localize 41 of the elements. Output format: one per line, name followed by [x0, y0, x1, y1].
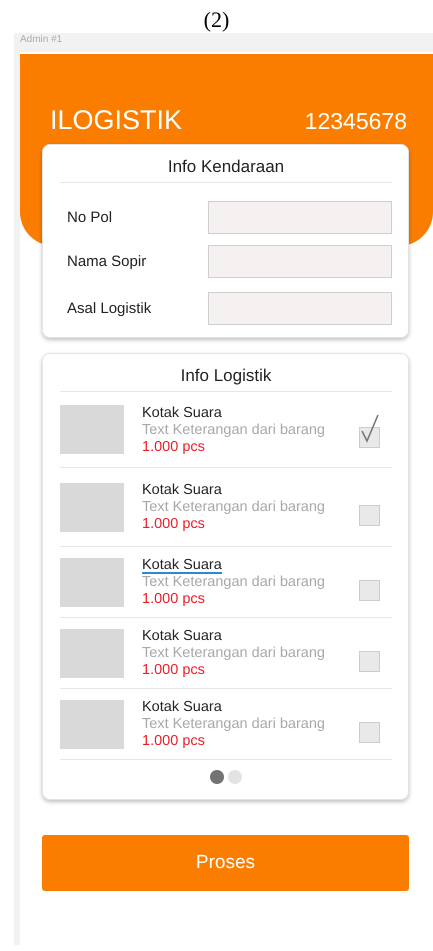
image-placeholder — [60, 700, 124, 748]
item-description: Text Keterangan dari barang — [142, 499, 326, 516]
image-placeholder — [60, 628, 124, 678]
page-dot[interactable] — [228, 770, 242, 784]
image-placeholder — [60, 558, 124, 606]
item-name: Kotak Suara — [142, 628, 222, 645]
item-quantity: 1.000 pcs — [142, 662, 206, 679]
input-field[interactable] — [208, 244, 392, 278]
item-name: Kotak Suara — [142, 558, 222, 574]
header-number: 12345678 — [304, 108, 407, 135]
field-label: Asal Logistik — [66, 300, 152, 316]
item-quantity: 1.000 pcs — [142, 438, 206, 456]
image-placeholder — [60, 482, 124, 532]
checkbox[interactable] — [359, 580, 380, 600]
frame-label: Admin #1 — [19, 33, 64, 47]
checkbox[interactable] — [359, 504, 380, 526]
input-field[interactable] — [208, 200, 392, 234]
card-title: Info Kendaraan — [60, 145, 392, 183]
item-description: Text Keterangan dari barang — [142, 422, 326, 438]
process-button[interactable]: Proses — [42, 835, 409, 891]
item-quantity: 1.000 pcs — [142, 591, 206, 608]
card-title: Info Logistik — [60, 354, 392, 392]
checkbox[interactable] — [359, 650, 380, 672]
app-title: ILOGISTIK — [50, 105, 182, 136]
check-icon — [359, 413, 381, 443]
input-field[interactable] — [208, 292, 392, 324]
item-description: Text Keterangan dari barang — [142, 645, 326, 662]
checkbox[interactable] — [359, 722, 380, 742]
field-label: No Pol — [66, 208, 112, 226]
field-label: Nama Sopir — [66, 252, 146, 270]
item-description: Text Keterangan dari barang — [142, 574, 326, 591]
item-name: Kotak Suara — [142, 404, 222, 422]
checkbox[interactable] — [359, 427, 380, 448]
item-quantity: 1.000 pcs — [142, 516, 206, 533]
item-quantity: 1.000 pcs — [142, 733, 206, 750]
page-dot[interactable] — [210, 770, 224, 784]
item-description: Text Keterangan dari barang — [142, 716, 326, 733]
figure-caption: (2) — [202, 6, 230, 33]
image-placeholder — [60, 405, 124, 454]
item-name: Kotak Suara — [142, 699, 222, 716]
item-name: Kotak Suara — [142, 482, 222, 499]
